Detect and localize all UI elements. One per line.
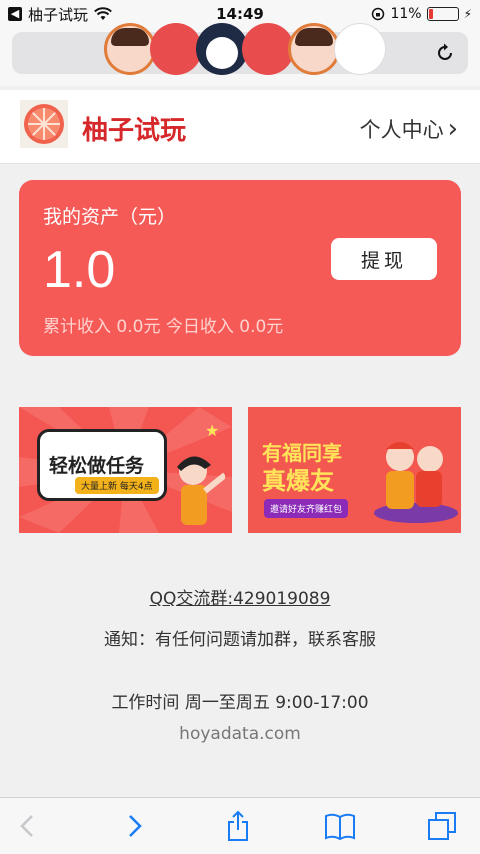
share-banner[interactable]: 有福同享 真爆友 邀请好友齐赚红包: [248, 407, 461, 533]
bookmarks-icon[interactable]: [324, 810, 356, 842]
today-income-value: 0.0元: [239, 317, 284, 337]
reload-icon[interactable]: [434, 42, 456, 64]
grapefruit-logo-icon: [20, 100, 68, 148]
qq-group-link[interactable]: QQ交流群:429019089: [0, 584, 480, 609]
back-arrow-icon[interactable]: [12, 810, 44, 842]
mascot-overlay: [104, 16, 386, 82]
personal-center-link[interactable]: 个人中心 ›: [360, 114, 458, 144]
share-icon[interactable]: [222, 810, 254, 842]
kid-face-icon: [104, 23, 156, 75]
polar-bear-icon: [334, 23, 386, 75]
friends-figures-icon: [374, 442, 458, 523]
income-summary: 累计收入 0.0元 今日收入 0.0元: [43, 312, 283, 337]
kid-face-icon: [288, 23, 340, 75]
back-app-label[interactable]: 柚子试玩: [28, 4, 88, 25]
easy-task-title: 轻松做任务: [49, 455, 145, 477]
easy-task-banner[interactable]: 轻松做任务 大量上新 每天4点 ★: [19, 407, 232, 533]
chevron-right-icon: ›: [447, 114, 458, 144]
browser-address-area: [0, 23, 480, 86]
battery-percent: 11%: [390, 6, 422, 22]
site-domain-text: hoyadata.com: [179, 724, 301, 744]
penguin-icon: [196, 23, 248, 75]
red-bird-icon: [150, 23, 202, 75]
red-bird-icon: [242, 23, 294, 75]
share-subtitle: 邀请好友齐赚红包: [264, 499, 349, 518]
tabs-icon[interactable]: [426, 810, 458, 842]
work-hours-text: 工作时间 周一至周五 9:00-17:00: [111, 693, 369, 713]
today-income-label: 今日收入: [165, 317, 234, 337]
asset-card: 我的资产（元） 1.0 提现 累计收入 0.0元 今日收入 0.0元: [19, 180, 461, 356]
charging-icon: ⚡: [463, 7, 472, 21]
star-icon: ★: [205, 421, 220, 440]
notice-text: 通知：有任何问题请加群，联系客服: [104, 630, 376, 650]
cumulative-income-value: 0.0元: [116, 317, 161, 337]
app-header: 柚子试玩 个人中心 ›: [0, 90, 480, 164]
asset-amount: 1.0: [43, 241, 116, 299]
battery-icon: [426, 7, 459, 21]
easy-task-subtitle: 大量上新 每天4点: [75, 477, 159, 494]
back-to-app-icon[interactable]: ◀: [8, 7, 22, 21]
share-title-line2: 真爆友: [262, 467, 334, 495]
app-title: 柚子试玩: [82, 116, 187, 146]
asset-label: 我的资产（元）: [43, 206, 177, 228]
dab-person-icon: [177, 456, 225, 525]
browser-toolbar: [0, 797, 480, 854]
withdraw-button[interactable]: 提现: [331, 238, 437, 280]
cumulative-income-label: 累计收入: [43, 317, 111, 337]
personal-center-label: 个人中心: [359, 118, 444, 142]
forward-arrow-icon[interactable]: [118, 810, 150, 842]
